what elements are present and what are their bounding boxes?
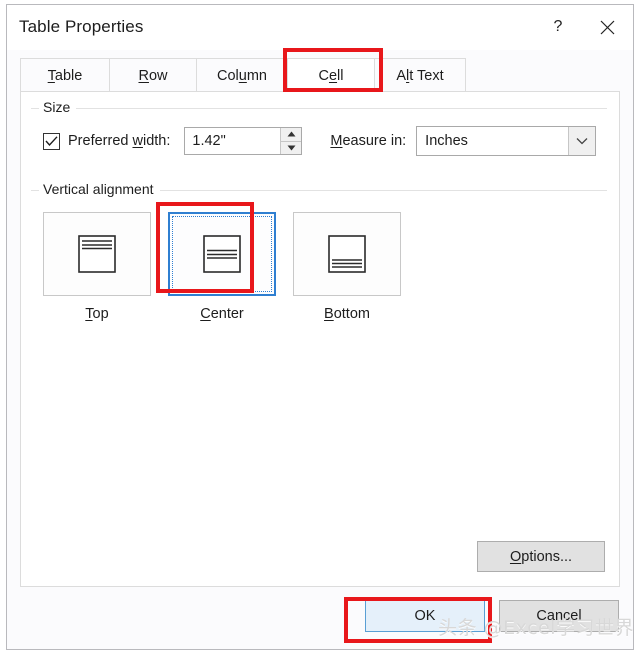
align-center-icon [203,235,241,273]
tab-table-label: Table [47,67,83,84]
tab-column-label: Column [217,67,267,84]
tab-cell[interactable]: Cell [287,58,375,92]
measure-in-value: Inches [425,133,468,149]
spinner-up-button[interactable] [281,128,302,141]
tab-table[interactable]: Table [20,58,110,92]
preferred-width-spinner[interactable]: 1.42" [184,127,303,155]
size-group: Size Preferred width: 1.42" Measure in: … [31,99,607,162]
preferred-width-value[interactable]: 1.42" [185,128,280,154]
size-group-divider [31,108,607,109]
dialog-footer: OK Cancel [7,587,633,649]
question-mark-icon: ? [553,18,563,35]
tab-strip: Table Row Column Cell Alt Text [20,58,633,92]
help-button[interactable]: ? [535,5,581,49]
tab-content-panel: Size Preferred width: 1.42" Measure in: … [20,91,620,587]
cancel-button-label: Cancel [536,608,582,624]
vertical-alignment-legend: Vertical alignment [39,181,160,197]
ok-button-label: OK [414,608,436,624]
align-top-icon [78,235,116,273]
vertical-alignment-group: Vertical alignment Top Center Bottom [31,181,607,322]
size-row: Preferred width: 1.42" Measure in: Inche… [43,126,607,156]
valign-option-top[interactable]: Top [43,212,151,322]
tab-row-label: Row [138,67,168,84]
tab-row[interactable]: Row [109,58,197,92]
valign-option-bottom[interactable]: Bottom [293,212,401,322]
close-button[interactable] [581,5,633,49]
valign-option-center-box[interactable] [168,212,276,296]
valign-option-bottom-label: Bottom [324,306,370,322]
valign-option-top-label: Top [85,306,109,322]
cancel-button[interactable]: Cancel [499,600,619,632]
valign-option-top-box[interactable] [43,212,151,296]
measure-in-dropdown[interactable]: Inches [416,126,597,156]
tab-strip-container: Table Row Column Cell Alt Text [7,50,633,92]
chevron-down-icon [576,138,588,145]
table-properties-dialog: Table Properties ? Table Row Column Cell… [6,4,634,650]
title-bar-buttons: ? [535,5,633,49]
options-button[interactable]: Options... [477,541,605,572]
tab-alt-text[interactable]: Alt Text [374,58,466,92]
preferred-width-checkbox[interactable] [43,132,60,150]
tab-alt-text-label: Alt Text [396,67,444,84]
size-group-legend: Size [39,99,77,115]
spinner-down-button[interactable] [281,140,302,154]
spinner-arrows [280,128,302,154]
checkmark-icon [45,135,58,146]
tab-column[interactable]: Column [196,58,288,92]
valign-option-bottom-box[interactable] [293,212,401,296]
align-bottom-icon [328,235,366,273]
tab-cell-label: Cell [318,67,344,84]
options-button-label: Options... [509,548,573,565]
valign-option-center-label: Center [200,306,244,322]
close-icon [600,20,614,34]
page-title: Table Properties [19,17,144,36]
vertical-alignment-options: Top Center Bottom [43,212,401,322]
ok-button[interactable]: OK [365,600,485,632]
title-bar: Table Properties ? [7,5,633,50]
valign-option-center[interactable]: Center [168,212,276,322]
caret-up-icon [287,131,296,137]
preferred-width-label: Preferred width: [68,133,171,149]
measure-in-label: Measure in: [330,133,407,149]
measure-in-arrow-button[interactable] [568,127,596,155]
caret-down-icon [287,145,296,151]
